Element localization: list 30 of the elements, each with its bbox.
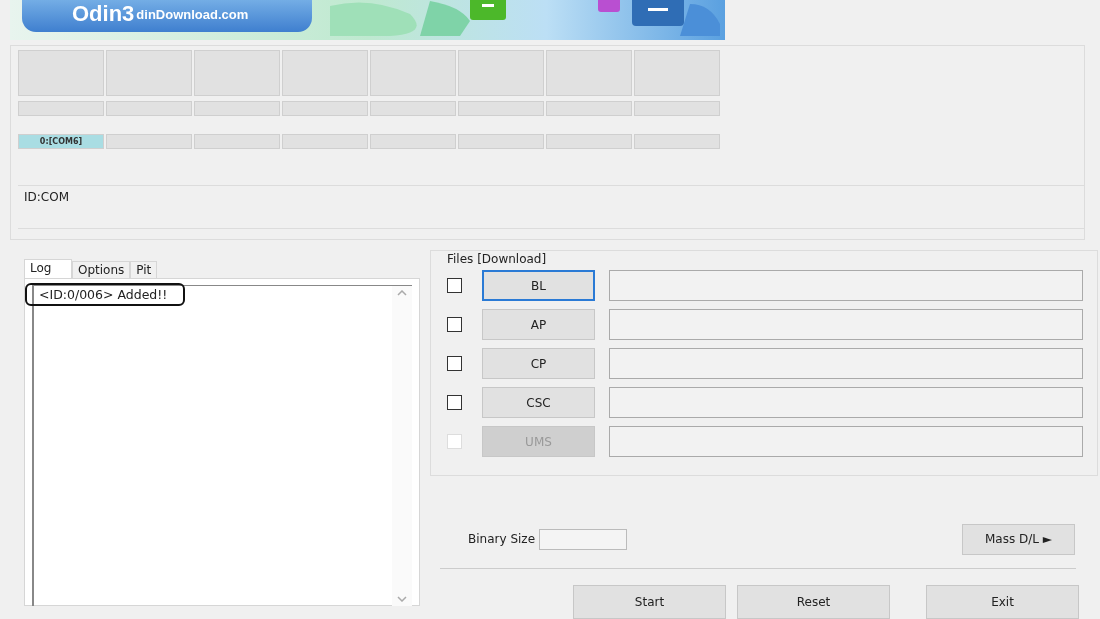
website-text: dinDownload.com (136, 6, 249, 22)
file-path-field[interactable] (609, 387, 1083, 418)
log-line: <ID:0/006> Added!! (25, 283, 186, 306)
action-button[interactable]: Start (573, 585, 726, 619)
checkbox[interactable] (447, 395, 462, 410)
action-button[interactable]: Reset (737, 585, 890, 619)
mass-download-button[interactable]: Mass D/L ► (962, 523, 1075, 555)
port-slot: 0:[COM6] (18, 134, 104, 149)
scrollbar[interactable] (392, 286, 412, 606)
scroll-down-icon[interactable] (397, 596, 407, 602)
scroll-up-icon[interactable] (397, 290, 407, 296)
tab[interactable]: Log (24, 259, 72, 278)
id-com-label: ID:COM (24, 190, 69, 204)
tab[interactable]: Pit (130, 261, 158, 278)
file-button[interactable]: BL (482, 270, 595, 301)
file-path-field[interactable] (609, 426, 1083, 457)
checkbox[interactable] (447, 356, 462, 371)
file-path-field[interactable] (609, 348, 1083, 379)
tab[interactable]: Options (72, 261, 131, 278)
file-path-field[interactable] (609, 309, 1083, 340)
checkbox[interactable] (447, 317, 462, 332)
file-path-field[interactable] (609, 270, 1083, 301)
files-title: Files [Download] (447, 251, 548, 266)
file-button[interactable]: AP (482, 309, 595, 340)
binary-size-label: Binary Size (468, 532, 535, 546)
app-title: Odin3 (72, 1, 135, 27)
checkbox[interactable] (447, 278, 462, 293)
file-button[interactable]: CSC (482, 387, 595, 418)
file-button[interactable]: CP (482, 348, 595, 379)
action-button[interactable]: Exit (926, 585, 1079, 619)
